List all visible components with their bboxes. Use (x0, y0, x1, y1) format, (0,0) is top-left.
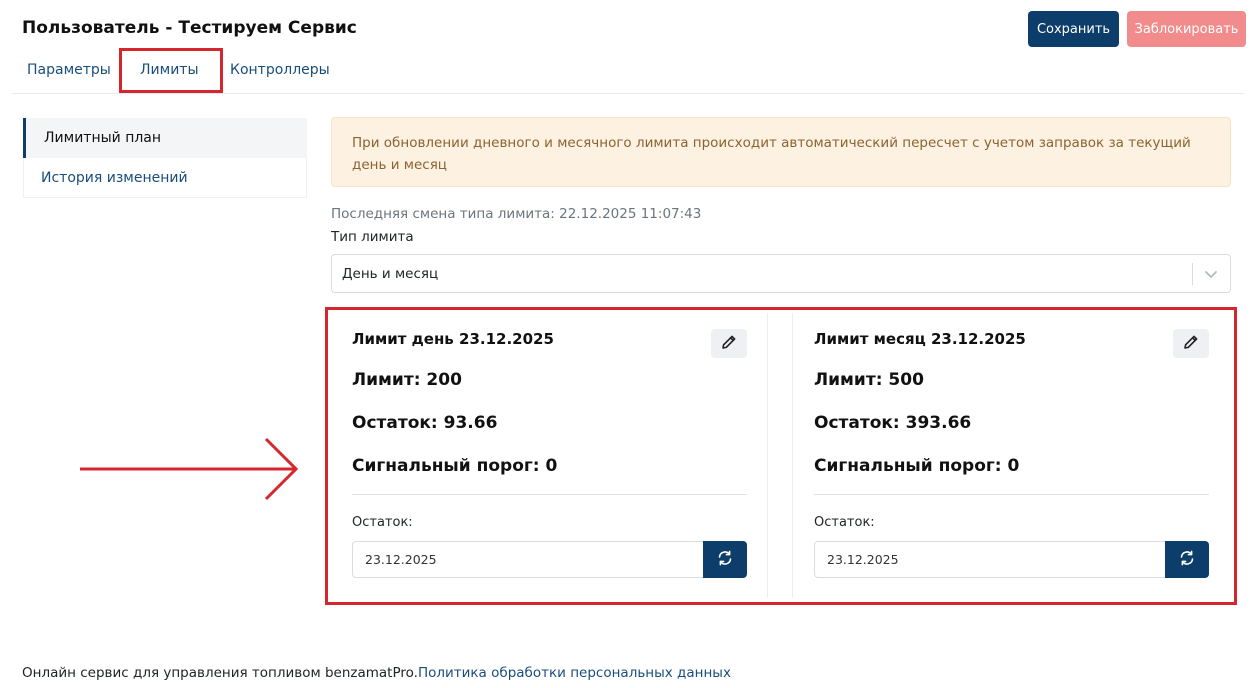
sidebar-item-history[interactable]: История изменений (23, 158, 307, 198)
limit-type-label: Тип лимита (331, 229, 414, 245)
cards-highlight-box (325, 307, 1237, 605)
block-button[interactable]: Заблокировать (1127, 11, 1246, 47)
limit-type-select[interactable]: День и месяц (331, 254, 1231, 293)
annotation-arrow-icon (80, 437, 299, 501)
info-alert: При обновлении дневного и месячного лими… (331, 117, 1231, 187)
sidebar: Лимитный план История изменений (23, 118, 307, 198)
tab-controllers[interactable]: Контроллеры (230, 62, 330, 78)
sidebar-item-label: История изменений (41, 169, 188, 186)
chevron-down-icon[interactable] (1203, 264, 1219, 284)
save-button[interactable]: Сохранить (1028, 11, 1119, 47)
privacy-policy-link[interactable]: Политика обработки персональных данных (418, 665, 731, 681)
footer-text: Онлайн сервис для управления топливом be… (22, 665, 418, 681)
last-change-text: Последняя смена типа лимита: 22.12.2025 … (331, 206, 702, 222)
tab-highlight-box (119, 48, 223, 93)
tabs-divider (12, 93, 1244, 94)
page-title: Пользователь - Тестируем Сервис (22, 18, 357, 38)
select-separator (1192, 263, 1193, 285)
sidebar-item-limit-plan[interactable]: Лимитный план (23, 118, 307, 158)
limit-type-value: День и месяц (342, 265, 439, 282)
tab-parameters[interactable]: Параметры (27, 62, 111, 78)
sidebar-item-label: Лимитный план (44, 130, 162, 146)
footer: Онлайн сервис для управления топливом be… (22, 665, 731, 681)
